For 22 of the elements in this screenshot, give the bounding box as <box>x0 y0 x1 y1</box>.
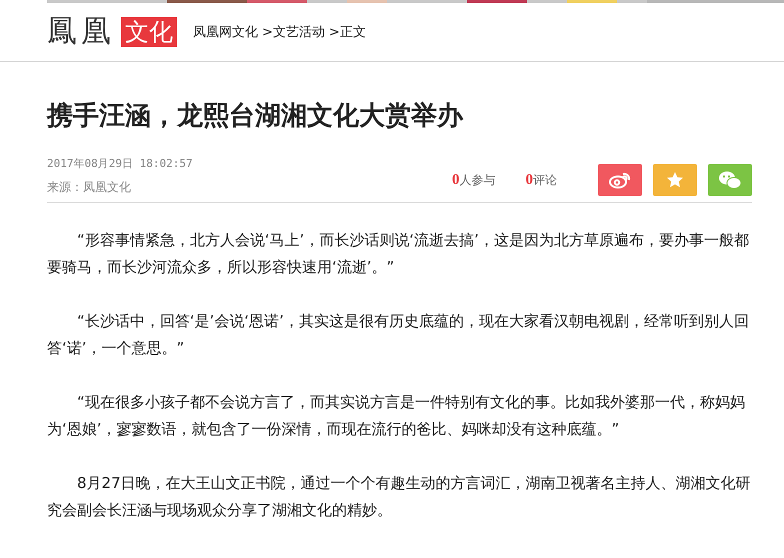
count: 0 <box>452 172 460 188</box>
article-source: 来源：凤凰文化 <box>47 179 132 196</box>
paragraph: “现在很多小孩子都不会说方言了，而其实说方言是一件特别有文化的事。比如我外婆那一代，称妈妈为‘恩娘’，寥寥数语，就包含了一份深情，而现在流行的爸比、妈咪却没有这种底蕴。” <box>47 392 746 440</box>
breadcrumb-link[interactable]: 凤凰网文化 <box>193 23 258 41</box>
logo-tag[interactable]: 文化 <box>121 17 177 47</box>
stat-label[interactable]: 评论 <box>533 172 557 188</box>
paragraph: “长沙话中，回答‘是’会说‘恩诺’，其实这是很有历史底蕴的，现在大家看汉朝电视剧，经常听到别人回答‘诺’，一个意思。” <box>47 311 750 359</box>
breadcrumb-link[interactable]: >文艺活动 <box>262 23 325 41</box>
article-title: 携手汪涵，龙熙台湖湘文化大赏举办 <box>47 100 464 132</box>
favorite-button[interactable] <box>653 164 697 196</box>
breadcrumb-link[interactable]: >正文 <box>328 23 366 41</box>
weibo-share-button[interactable] <box>598 164 642 196</box>
star-icon <box>666 171 684 189</box>
paragraph: “形容事情紧急，北方人会说‘马上’，而长沙话则说‘流逝去搞’，这是因为北方草原遍布，要办事一般都要骑马，而长沙河流众多，所以形容快速用‘流逝’。” <box>47 230 750 278</box>
paragraph: 8月27日晚，在大王山文正书院，通过一个个有趣生动的方言词汇，湖南卫视著名主持人、湖湘文化研究会副会长汪涵与现场观众分享了湖湘文化的精妙。 <box>47 473 752 521</box>
chat-bubbles-icon <box>718 170 742 190</box>
stat-label[interactable]: 人参与 <box>460 172 496 188</box>
count: 0 <box>526 172 533 188</box>
publish-date: 2017年08月29日 18:02:57 <box>47 156 193 171</box>
weibo-icon <box>609 171 631 189</box>
logo[interactable]: 鳳凰 <box>47 17 115 47</box>
wechat-share-button[interactable] <box>708 164 752 196</box>
